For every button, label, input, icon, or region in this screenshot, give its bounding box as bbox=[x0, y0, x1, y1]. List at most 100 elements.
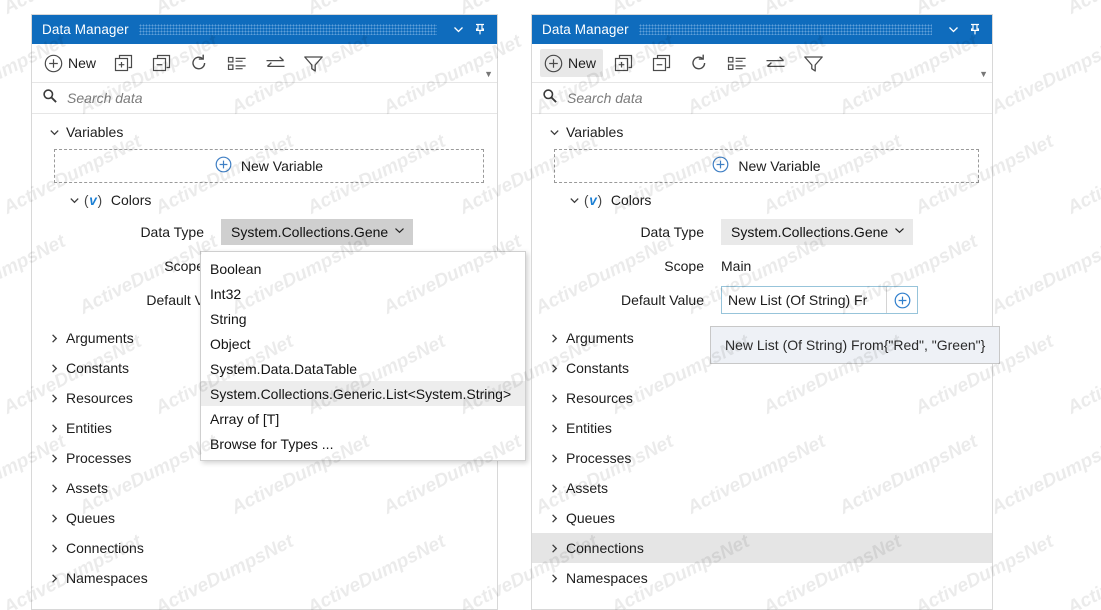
collapse-all-button[interactable] bbox=[143, 49, 179, 77]
toolbar-overflow-icon[interactable]: ▼ bbox=[979, 70, 988, 79]
new-button[interactable]: New bbox=[540, 49, 604, 77]
data-type-dropdown-list[interactable]: Boolean Int32 String Object System.Data.… bbox=[200, 251, 526, 461]
tree-item-namespaces[interactable]: Namespaces bbox=[32, 563, 497, 593]
chevron-down-icon bbox=[894, 226, 905, 238]
titlebar-grip bbox=[138, 24, 437, 35]
tree-section-variables[interactable]: Variables bbox=[32, 117, 497, 147]
variable-type-icon: (v) bbox=[84, 192, 102, 208]
search-bar[interactable]: Search data bbox=[32, 83, 497, 114]
search-bar[interactable]: Search data bbox=[532, 83, 992, 114]
search-icon bbox=[42, 88, 58, 109]
tree-item-label: Processes bbox=[66, 450, 132, 466]
expand-all-button[interactable] bbox=[105, 49, 141, 77]
tree-item-label: Constants bbox=[66, 360, 130, 376]
tree-section-label: Variables bbox=[566, 124, 624, 140]
expand-all-button[interactable] bbox=[605, 49, 641, 77]
tree-item-queues[interactable]: Queues bbox=[532, 503, 992, 533]
chevron-down-icon[interactable] bbox=[942, 19, 964, 41]
chevron-right-icon bbox=[44, 543, 64, 554]
open-expression-editor-button[interactable] bbox=[886, 287, 917, 313]
panel-toolbar: New ▼ bbox=[32, 44, 497, 83]
plus-circle-icon bbox=[44, 54, 63, 73]
filter-button[interactable] bbox=[295, 49, 331, 77]
dropdown-option[interactable]: Boolean bbox=[201, 256, 525, 281]
chevron-right-icon bbox=[44, 333, 64, 344]
refresh-icon bbox=[189, 53, 209, 73]
pin-icon[interactable] bbox=[469, 19, 491, 41]
swap-arrows-icon bbox=[765, 54, 786, 73]
tree-item-processes[interactable]: Processes bbox=[532, 443, 992, 473]
collapse-all-button[interactable] bbox=[643, 49, 679, 77]
filter-button[interactable] bbox=[795, 49, 831, 77]
show-detail-button[interactable] bbox=[719, 49, 755, 77]
tree-item-entities[interactable]: Entities bbox=[532, 413, 992, 443]
data-type-field: Data Type System.Collections.Gene bbox=[32, 215, 497, 249]
default-value-input[interactable]: New List (Of String) Fr bbox=[722, 292, 886, 308]
default-value-input-group[interactable]: New List (Of String) Fr bbox=[721, 286, 918, 314]
tree-item-connections[interactable]: Connections bbox=[532, 533, 992, 563]
chevron-right-icon bbox=[544, 393, 564, 404]
scope-field: Scope Main bbox=[532, 249, 992, 283]
variable-type-icon: (v) bbox=[584, 192, 602, 208]
tree-item-assets[interactable]: Assets bbox=[532, 473, 992, 503]
tree-item-label: Resources bbox=[566, 390, 633, 406]
panel-title: Data Manager bbox=[542, 22, 629, 37]
tree-item-label: Namespaces bbox=[566, 570, 648, 586]
dropdown-option[interactable]: System.Data.DataTable bbox=[201, 356, 525, 381]
pin-icon[interactable] bbox=[964, 19, 986, 41]
collapse-all-icon bbox=[652, 54, 671, 73]
new-button-label: New bbox=[568, 55, 597, 71]
tree-item-assets[interactable]: Assets bbox=[32, 473, 497, 503]
chevron-right-icon bbox=[544, 513, 564, 524]
new-button[interactable]: New bbox=[40, 49, 103, 77]
new-variable-button[interactable]: New Variable bbox=[554, 149, 979, 183]
chevron-down-icon[interactable] bbox=[447, 19, 469, 41]
data-type-field: Data Type System.Collections.Gene bbox=[532, 215, 992, 249]
watermark-text: ActiveDumpsNet bbox=[1064, 0, 1101, 20]
new-variable-button[interactable]: New Variable bbox=[54, 149, 484, 183]
dropdown-option[interactable]: Object bbox=[201, 331, 525, 356]
tree-item-resources[interactable]: Resources bbox=[532, 383, 992, 413]
tree-item-label: Arguments bbox=[66, 330, 134, 346]
watermark-text: ActiveDumpsNet bbox=[988, 30, 1101, 119]
tree-item-label: Processes bbox=[566, 450, 632, 466]
swap-button[interactable] bbox=[257, 49, 293, 77]
chevron-right-icon bbox=[544, 423, 564, 434]
tree-item-queues[interactable]: Queues bbox=[32, 503, 497, 533]
tree-item-namespaces[interactable]: Namespaces bbox=[532, 563, 992, 593]
swap-button[interactable] bbox=[757, 49, 793, 77]
tree-section-variables[interactable]: Variables bbox=[532, 117, 992, 147]
search-input[interactable]: Search data bbox=[567, 90, 643, 106]
chevron-right-icon bbox=[544, 453, 564, 464]
dropdown-option-browse[interactable]: Browse for Types ... bbox=[201, 431, 525, 456]
data-type-combobox[interactable]: System.Collections.Gene bbox=[221, 219, 414, 245]
variable-item-colors[interactable]: (v) Colors bbox=[32, 185, 497, 215]
search-icon bbox=[542, 88, 558, 109]
variable-item-colors[interactable]: (v) Colors bbox=[532, 185, 992, 215]
show-detail-button[interactable] bbox=[219, 49, 255, 77]
dropdown-option[interactable]: String bbox=[201, 306, 525, 331]
tree-item-label: Constants bbox=[566, 360, 630, 376]
dropdown-option[interactable]: Int32 bbox=[201, 281, 525, 306]
tree-item-connections[interactable]: Connections bbox=[32, 533, 497, 563]
refresh-button[interactable] bbox=[181, 49, 217, 77]
dropdown-option[interactable]: Array of [T] bbox=[201, 406, 525, 431]
toolbar-overflow-icon[interactable]: ▼ bbox=[484, 70, 493, 79]
tree-item-label: Queues bbox=[66, 510, 116, 526]
default-value-tooltip: New List (Of String) From{"Red", "Green"… bbox=[710, 326, 1001, 364]
collapse-all-icon bbox=[152, 54, 171, 73]
search-input[interactable]: Search data bbox=[67, 90, 143, 106]
new-variable-label: New Variable bbox=[240, 158, 324, 174]
chevron-down-icon bbox=[64, 195, 84, 206]
expand-all-icon bbox=[614, 54, 633, 73]
data-type-combobox[interactable]: System.Collections.Gene bbox=[721, 219, 914, 245]
plus-circle-icon bbox=[712, 156, 729, 176]
list-detail-icon bbox=[727, 54, 747, 73]
panel-titlebar: Data Manager bbox=[532, 15, 992, 44]
new-variable-label: New Variable bbox=[738, 158, 821, 174]
chevron-right-icon bbox=[44, 453, 64, 464]
dropdown-option-selected[interactable]: System.Collections.Generic.List<System.S… bbox=[201, 381, 525, 406]
default-value-field: Default Value New List (Of String) Fr bbox=[532, 283, 992, 317]
tree-item-label: Namespaces bbox=[66, 570, 148, 586]
refresh-button[interactable] bbox=[681, 49, 717, 77]
